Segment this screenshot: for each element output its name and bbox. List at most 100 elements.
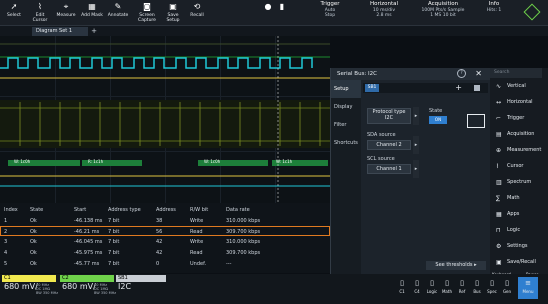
- cursor-icon: ⌇: [496, 163, 499, 170]
- bus-label-4: W: 1c1h: [276, 159, 293, 164]
- serial-bus-dialog: Serial Bus: I2C ? ✕ Setup Display Filter…: [330, 68, 490, 274]
- protocol-type-field[interactable]: Protocol type I2C: [367, 108, 411, 124]
- protocol-dropdown-arrow[interactable]: ▸: [413, 107, 419, 125]
- sidebar-item-save-recall[interactable]: ▣ Save/Recall: [490, 256, 548, 269]
- math-icon: ∑: [496, 195, 501, 202]
- bus-button[interactable]: ▯ Bus: [471, 277, 483, 299]
- table-row[interactable]: 1 Ok -46.138 ms 7 bit 38 Write 310.000 k…: [0, 216, 330, 226]
- channel-2-details: 10 MHz DC 1MΩ BW 350 MHz: [94, 283, 117, 295]
- save-icon: ▣: [169, 2, 177, 11]
- sidebar-item-trigger[interactable]: ⌐ Trigger: [490, 112, 548, 125]
- add-mask-button[interactable]: ▦ Add Mask: [80, 2, 104, 24]
- c1-button[interactable]: ▯ C1: [396, 277, 408, 299]
- run-stop-button[interactable]: ●: [262, 2, 274, 24]
- sidebar-item-acquisition[interactable]: ▤ Acquisition: [490, 128, 548, 141]
- recall-icon: ⟲: [193, 2, 201, 11]
- menu-button[interactable]: ≡ Menu: [518, 277, 538, 299]
- logic-button[interactable]: ▯ Logic: [426, 277, 438, 299]
- sidebar-item-logic[interactable]: ⊓ Logic: [490, 224, 548, 237]
- apps-icon: ▦: [496, 211, 502, 218]
- measurement-icon: ⊕: [496, 147, 502, 154]
- cursor-icon: ⌇: [38, 2, 42, 11]
- save-setup-button[interactable]: ▣ Save Setup: [162, 2, 184, 24]
- vertical-icon: ∿: [496, 83, 502, 90]
- scl-source-field[interactable]: Channel 1: [367, 164, 411, 174]
- tab-filter[interactable]: Filter: [331, 116, 361, 134]
- decode-table: Index State Start Address type Address R…: [0, 203, 330, 273]
- waveform-area[interactable]: W: 1c0h R: 1c1h W: 1c0h W: 1c1h: [0, 36, 330, 203]
- right-sidebar: ∿ Vertical ↔ Horizontal ⌐ Trigger ▤ Acquisit…: [490, 68, 548, 290]
- add-bus-button[interactable]: +: [455, 83, 462, 93]
- bottom-status-bar: C1 680 mV/ 10 MHz DC 1MΩ BW 350 MHz C2 6…: [0, 274, 548, 304]
- gen-button[interactable]: ▯ Gen: [501, 277, 513, 299]
- sda-source-label: SDA source: [367, 132, 396, 138]
- horizontal-icon: ↔: [496, 99, 502, 106]
- sidebar-item-settings[interactable]: ⚙ Settings: [490, 240, 548, 253]
- pointer-icon: ➚: [10, 2, 18, 11]
- sidebar-item-vertical[interactable]: ∿ Vertical: [490, 80, 548, 93]
- table-row[interactable]: 4 Ok -45.975 ms 7 bit 42 Read 309.700 kb…: [0, 248, 330, 258]
- acquisition-icon: ▤: [496, 131, 502, 138]
- sidebar-item-horizontal[interactable]: ↔ Horizontal: [490, 96, 548, 109]
- close-icon[interactable]: ✕: [475, 69, 482, 78]
- screen-capture-button[interactable]: ◙ Screen Capture: [134, 2, 160, 24]
- help-icon[interactable]: ?: [457, 69, 466, 78]
- state-label: State: [429, 108, 443, 114]
- ref-button[interactable]: ▯ Ref: [456, 277, 468, 299]
- horizontal-info[interactable]: Horizontal 10 ms/div 2.8 ms: [360, 1, 408, 18]
- tab-shortcuts[interactable]: Shortcuts: [331, 134, 361, 152]
- tab-setup[interactable]: Setup: [331, 80, 361, 98]
- table-row[interactable]: 5 Ok -45.77 ms 7 bit 0 Undef. ---: [0, 259, 330, 269]
- top-toolbar: ➚ Select ⌇ Edit Cursor ⌖ Measure ▦ Add M…: [0, 0, 548, 26]
- scl-source-label: SCL source: [367, 156, 395, 162]
- sidebar-item-math[interactable]: ∑ Math: [490, 192, 548, 205]
- logic-icon: ⊓: [496, 227, 501, 234]
- save-icon: ▣: [496, 259, 502, 266]
- edit-cursor-button[interactable]: ⌇ Edit Cursor: [29, 2, 51, 24]
- bus-chip-sb1[interactable]: SB1: [365, 84, 379, 92]
- trigger-info[interactable]: Trigger Auto Stop: [300, 1, 360, 18]
- sda-dropdown-arrow[interactable]: ▸: [413, 136, 419, 154]
- delete-icon[interactable]: [474, 85, 480, 91]
- sda-source-field[interactable]: Channel 2: [367, 140, 411, 150]
- mask-icon: ▦: [88, 2, 96, 11]
- table-row[interactable]: 3 Ok -46.045 ms 7 bit 42 Write 310.000 k…: [0, 237, 330, 247]
- scl-dropdown-arrow[interactable]: ▸: [413, 160, 419, 178]
- dialog-title: Serial Bus: I2C: [337, 71, 377, 77]
- dialog-content: SB1 + Protocol type I2C ▸ State ON SDA s…: [361, 80, 490, 274]
- sidebar-item-cursor[interactable]: ⌇ Cursor: [490, 160, 548, 173]
- add-diagram-button[interactable]: +: [90, 27, 98, 36]
- search-input[interactable]: Search: [490, 68, 542, 78]
- math-button[interactable]: ▯ Math: [441, 277, 453, 299]
- serial-bus-badge[interactable]: SB1 I2C: [116, 275, 166, 303]
- select-button[interactable]: ➚ Select: [4, 2, 24, 24]
- single-button[interactable]: ▮: [276, 2, 288, 24]
- sidebar-item-apps[interactable]: ▦ Apps: [490, 208, 548, 221]
- bus-label-1: W: 1c0h: [14, 159, 31, 164]
- trigger-icon: ⌐: [496, 115, 502, 122]
- waveform-traces: [0, 36, 330, 203]
- sidebar-item-spectrum[interactable]: ▥ Spectrum: [490, 176, 548, 189]
- table-row-selected[interactable]: 2 Ok -46.21 ms 7 bit 56 Read 309.700 kbp…: [0, 226, 330, 236]
- decode-table-icon[interactable]: [467, 114, 485, 128]
- recall-button[interactable]: ⟲ Recall: [186, 2, 208, 24]
- measure-icon: ⌖: [63, 2, 69, 11]
- diagram-tab-bar: Diagram Set 1 +: [0, 26, 548, 36]
- camera-icon: ◙: [143, 2, 151, 11]
- logo-icon: [523, 3, 541, 21]
- sidebar-item-measurement[interactable]: ⊕ Measurement: [490, 144, 548, 157]
- annotate-button[interactable]: ✎ Annotate: [106, 2, 130, 24]
- measure-button[interactable]: ⌖ Measure: [55, 2, 77, 24]
- spec-button[interactable]: ▯ Spec: [486, 277, 498, 299]
- bus-label-3: W: 1c0h: [204, 159, 221, 164]
- bus-selector: SB1 +: [363, 83, 488, 93]
- tab-display[interactable]: Display: [331, 98, 361, 116]
- see-thresholds-button[interactable]: See thresholds ▸: [426, 261, 486, 270]
- info-panel[interactable]: Info Hits: 1: [478, 1, 510, 13]
- tab-diagram-set-1[interactable]: Diagram Set 1: [32, 27, 88, 36]
- acquisition-info[interactable]: Acquisition 100M Pts/s Sample 1 MS 10 bi…: [410, 1, 476, 18]
- table-header: Index State Start Address type Address R…: [4, 207, 250, 213]
- c4-button[interactable]: ▯ C4: [411, 277, 423, 299]
- state-toggle[interactable]: ON: [429, 116, 447, 124]
- scope-ui: ➚ Select ⌇ Edit Cursor ⌖ Measure ▦ Add M…: [0, 0, 548, 304]
